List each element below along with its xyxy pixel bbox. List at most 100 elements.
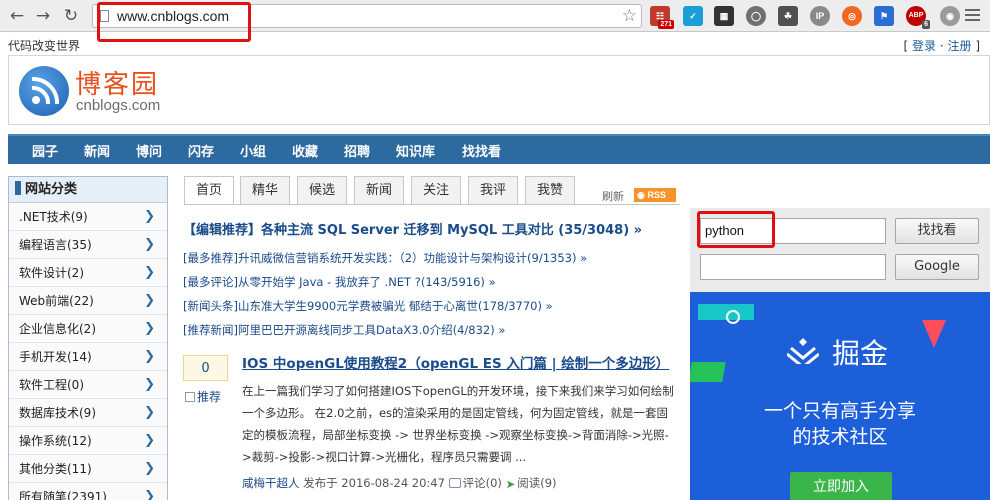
juejin-ad-banner[interactable]: 掘金 一个只有高手分享 的技术社区 立即加入 <box>690 292 990 500</box>
nav-kb[interactable]: 知识库 <box>396 141 435 160</box>
headline-link[interactable]: [新闻头条]山东准大学生9900元学费被骗光 郁结于心离世(178/3770) … <box>183 298 553 314</box>
editor-recommend-headline[interactable]: 【编辑推荐】各种主流 SQL Server 迁移到 MySQL 工具对比 (35… <box>183 219 642 238</box>
sidebar-item[interactable]: 编程语言(35) ❯ <box>9 231 167 259</box>
sidebar-item[interactable]: .NET技术(9) ❯ <box>9 203 167 231</box>
chevron-right-icon: ❯ <box>144 209 155 224</box>
site-header: 博客园 cnblogs.com <box>8 55 990 125</box>
rss-feed-icon[interactable]: ◉ RSS <box>634 188 676 202</box>
sidebar-header: 网站分类 <box>9 177 167 203</box>
chevron-right-icon: ❯ <box>144 349 155 364</box>
ad-tagline-2: 的技术社区 <box>792 426 888 448</box>
tab-featured[interactable]: 精华 <box>240 176 290 204</box>
ad-brand: 掘金 <box>832 337 889 370</box>
sidebar-item[interactable]: 手机开发(14) ❯ <box>9 343 167 371</box>
sidebar-item[interactable]: 操作系统(12) ❯ <box>9 427 167 455</box>
tab-my-likes[interactable]: 我赞 <box>525 176 575 204</box>
adblock-icon[interactable]: ABP 6 <box>906 6 930 29</box>
bookmark-icon[interactable]: ⚑ <box>874 6 894 26</box>
site-logo-title[interactable]: 博客园 <box>75 64 159 101</box>
chevron-right-icon: ❯ <box>144 321 155 336</box>
nav-favorites[interactable]: 收藏 <box>292 141 318 160</box>
ad-decor-shape <box>922 320 946 348</box>
login-link[interactable]: 登录 <box>912 39 936 53</box>
tab-candidates[interactable]: 候选 <box>297 176 347 204</box>
counter-extension-icon[interactable]: ☷ 271 <box>650 6 674 29</box>
qr-code-icon[interactable]: ▦ <box>714 6 734 26</box>
reload-icon[interactable]: ↻ <box>60 5 82 27</box>
chevron-right-icon: ❯ <box>144 461 155 476</box>
main-navigation: 园子 新闻 博问 闪存 小组 收藏 招聘 知识库 找找看 <box>8 134 990 164</box>
nav-flash[interactable]: 闪存 <box>188 141 214 160</box>
vote-count: 0 <box>183 355 228 381</box>
nav-questions[interactable]: 博问 <box>136 141 162 160</box>
sidebar-item[interactable]: 企业信息化(2) ❯ <box>9 315 167 343</box>
tab-my-comments[interactable]: 我评 <box>468 176 518 204</box>
refresh-link[interactable]: 刷新 <box>602 188 624 204</box>
login-links: [ 登录 · 注册 ] <box>903 39 980 53</box>
chevron-right-icon: ❯ <box>144 377 155 392</box>
recommend-button[interactable]: 推荐 <box>185 388 221 405</box>
back-arrow-icon[interactable]: ← <box>6 5 28 27</box>
sidebar-item[interactable]: 所有随笔(2391) ❯ <box>9 483 167 500</box>
headline-link[interactable]: [最多推荐]升讯威微信营销系统开发实践：（2）功能设计与架构设计(9/1353)… <box>183 250 587 266</box>
pocket-icon[interactable]: ✓ <box>683 6 703 26</box>
chevron-right-icon: ❯ <box>144 405 155 420</box>
post-author[interactable]: 咸梅干超人 <box>242 476 300 490</box>
nav-news[interactable]: 新闻 <box>84 141 110 160</box>
globe-icon[interactable]: ◉ <box>940 6 960 26</box>
category-sidebar: 网站分类 .NET技术(9) ❯ 编程语言(35) ❯ 软件设计(2) ❯ Web前端… <box>8 176 168 500</box>
nav-groups[interactable]: 小组 <box>240 141 266 160</box>
post-title[interactable]: IOS 中openGL使用教程2（openGL ES 入门篇 | 绘制一个多边形… <box>242 352 669 372</box>
tabs-divider <box>184 204 680 205</box>
tab-following[interactable]: 关注 <box>411 176 461 204</box>
ad-tagline-1: 一个只有高手分享 <box>763 400 916 422</box>
shield-icon[interactable]: ◯ <box>746 6 766 26</box>
comment-count[interactable]: 评论(0) <box>463 476 502 490</box>
chevron-right-icon: ❯ <box>144 489 155 500</box>
tab-home[interactable]: 首页 <box>184 176 234 205</box>
post-footer: 咸梅干超人 发布于 2016-08-24 20:47 评论(0) ➤ 阅读(9) <box>242 475 557 491</box>
ip-icon[interactable]: IP <box>810 6 830 26</box>
read-arrow-icon: ➤ <box>505 477 516 491</box>
ad-decor-shape <box>726 310 740 324</box>
search-highlight-box <box>697 211 775 248</box>
menu-icon[interactable] <box>965 9 980 24</box>
headline-link[interactable]: [推荐新闻]阿里巴巴开源离线同步工具DataX3.0介绍(4/832) » <box>183 322 505 338</box>
ad-decor-shape <box>690 362 726 382</box>
ad-join-button[interactable]: 立即加入 <box>790 472 892 500</box>
headline-link[interactable]: [最多评论]从零开始学 Java - 我放弃了 .NET ?(143/5916)… <box>183 274 496 290</box>
google-search-button[interactable]: Google <box>895 254 979 280</box>
thumb-up-icon <box>185 392 195 402</box>
chevron-right-icon: ❯ <box>144 433 155 448</box>
post-summary: 在上一篇我们学习了如何搭建IOS下openGL的开发环境，接下来我们来学习如何绘… <box>242 384 674 464</box>
sidebar-item[interactable]: 数据库技术(9) ❯ <box>9 399 167 427</box>
adblock-label: ABP <box>908 12 924 19</box>
sidebar-bar-icon <box>15 181 21 195</box>
nav-yuanzi[interactable]: 园子 <box>32 141 58 160</box>
tab-news[interactable]: 新闻 <box>354 176 404 204</box>
post-date: 发布于 2016-08-24 20:47 <box>299 476 449 490</box>
site-slogan: 代码改变世界 <box>8 39 81 53</box>
sidebar-item[interactable]: Web前端(22) ❯ <box>9 287 167 315</box>
site-logo-subtitle: cnblogs.com <box>76 97 161 114</box>
nav-search[interactable]: 找找看 <box>462 141 501 160</box>
comment-icon <box>448 478 461 488</box>
url-highlight-box <box>97 2 251 42</box>
view-count[interactable]: 阅读(9) <box>517 476 556 490</box>
sidebar-item[interactable]: 软件设计(2) ❯ <box>9 259 167 287</box>
forward-arrow-icon[interactable]: → <box>32 5 54 27</box>
site-search-button[interactable]: 找找看 <box>895 218 979 244</box>
sidebar-item[interactable]: 其他分类(11) ❯ <box>9 455 167 483</box>
chevron-right-icon: ❯ <box>144 265 155 280</box>
register-link[interactable]: 注册 <box>947 39 971 53</box>
bookmark-star-icon[interactable]: ☆ <box>622 6 637 26</box>
juejin-logo-icon <box>787 338 819 364</box>
evernote-icon[interactable]: ☘ <box>778 6 798 26</box>
rss-logo-icon[interactable] <box>19 66 69 116</box>
lifebuoy-icon[interactable]: ◎ <box>842 6 862 26</box>
nav-jobs[interactable]: 招聘 <box>344 141 370 160</box>
google-search-input[interactable] <box>700 254 886 280</box>
chevron-right-icon: ❯ <box>144 237 155 252</box>
sidebar-item[interactable]: 软件工程(0) ❯ <box>9 371 167 399</box>
chevron-right-icon: ❯ <box>144 293 155 308</box>
